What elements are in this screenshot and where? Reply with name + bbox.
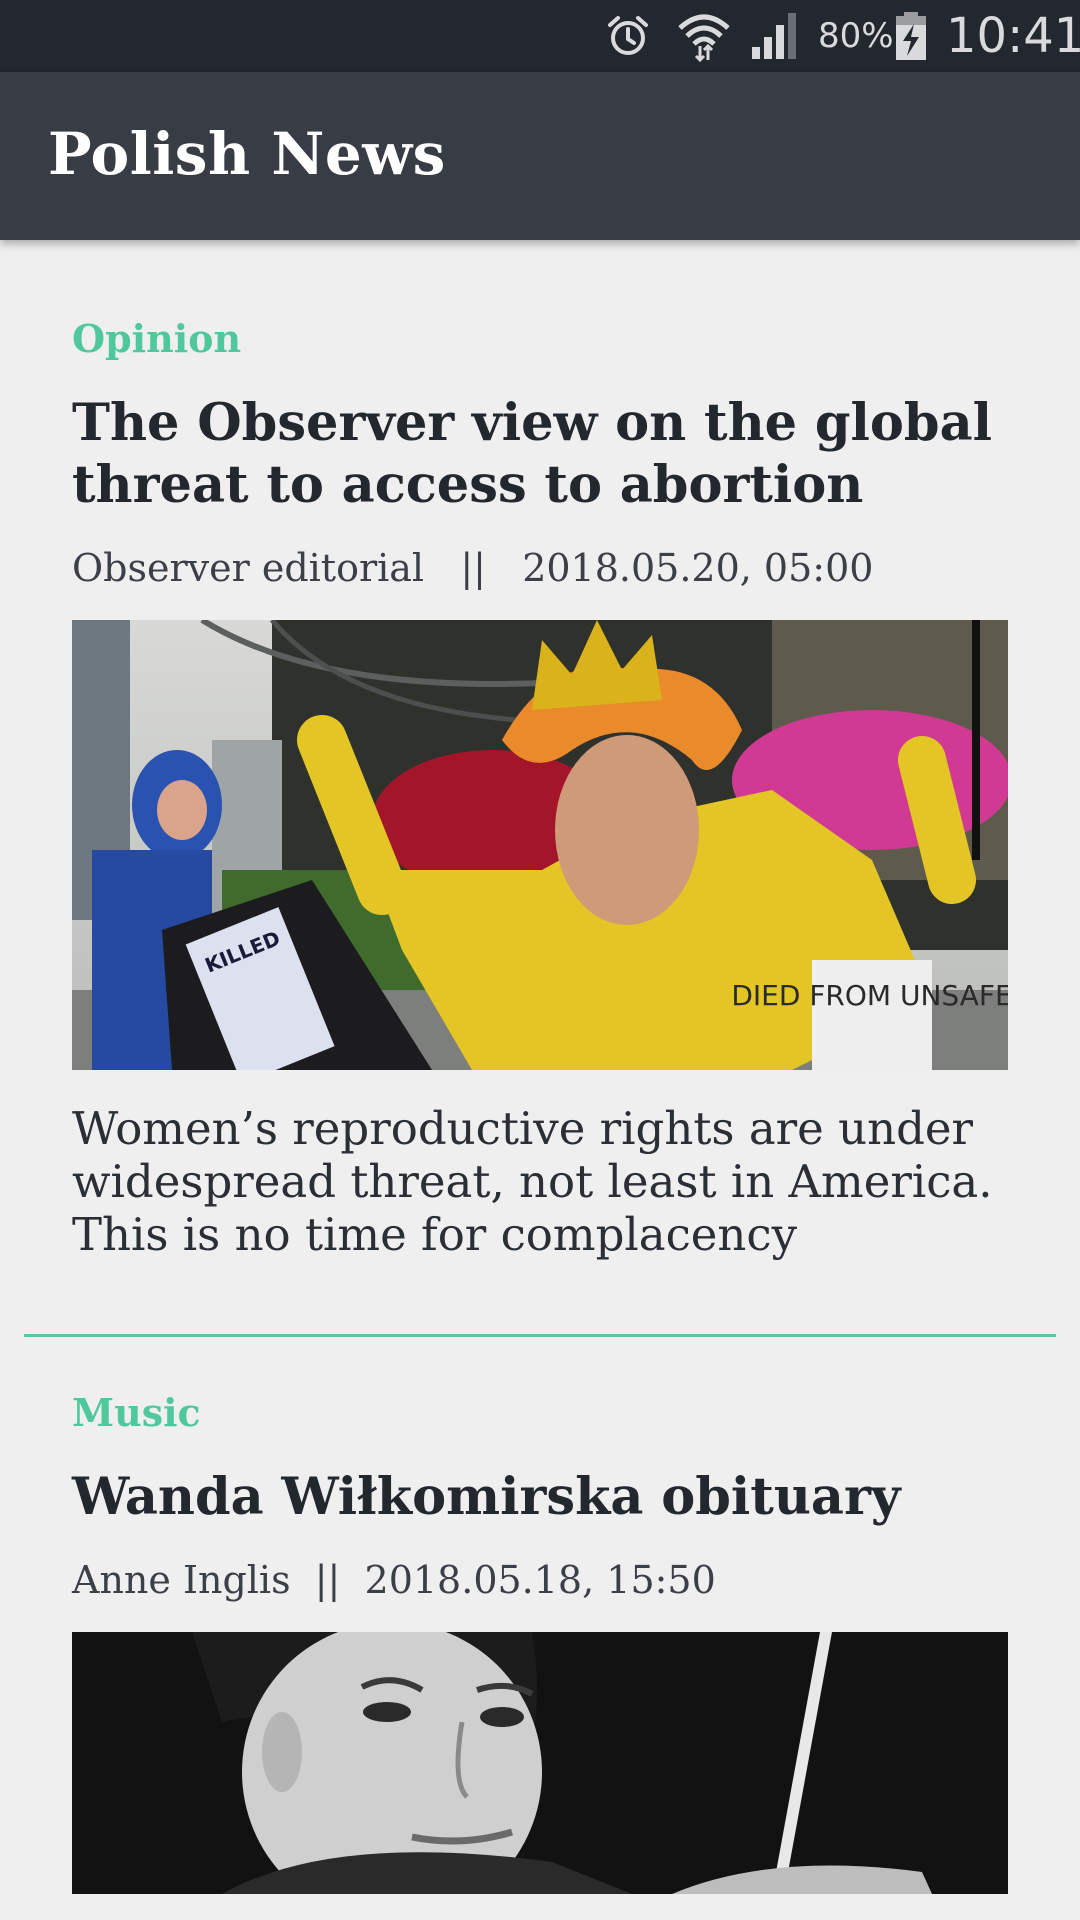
article-author: Observer editorial	[72, 546, 425, 590]
article-byline: Anne Inglis || 2018.05.18, 15:50	[72, 1558, 1008, 1602]
article-image[interactable]: KILLED DIED FROM UNSAFE	[72, 620, 1008, 1070]
news-feed[interactable]: Opinion The Observer view on the global …	[0, 240, 1080, 1920]
article-date: 2018.05.20, 05:00	[522, 546, 874, 590]
article-divider	[24, 1334, 1056, 1337]
status-time: 10:41	[946, 8, 1080, 64]
app-title: Polish News	[48, 120, 446, 188]
battery-charging-icon	[894, 0, 928, 72]
byline-separator: ||	[314, 1558, 341, 1602]
article-date: 2018.05.18, 15:50	[364, 1558, 716, 1602]
protest-sign-text: DIED FROM UNSAFE	[731, 979, 1008, 1012]
article-headline[interactable]: The Observer view on the global threat t…	[72, 392, 1008, 516]
article-image[interactable]	[72, 1632, 1008, 1894]
battery-percent: 80%	[818, 16, 894, 56]
alarm-icon	[604, 0, 652, 72]
byline-separator: ||	[460, 546, 486, 590]
article-category[interactable]: Opinion	[72, 316, 1008, 361]
status-bar: 80% 10:41	[0, 0, 1080, 72]
article-author: Anne Inglis	[72, 1558, 291, 1602]
signal-icon	[750, 0, 802, 72]
article-summary[interactable]: Women’s reproductive rights are under wi…	[72, 1102, 1008, 1261]
article-category[interactable]: Music	[72, 1390, 1008, 1435]
article-byline: Observer editorial || 2018.05.20, 05:00	[72, 546, 1008, 590]
article-headline[interactable]: Wanda Wiłkomirska obituary	[72, 1466, 1008, 1528]
app-bar: Polish News	[0, 72, 1080, 240]
wifi-icon	[676, 0, 732, 72]
